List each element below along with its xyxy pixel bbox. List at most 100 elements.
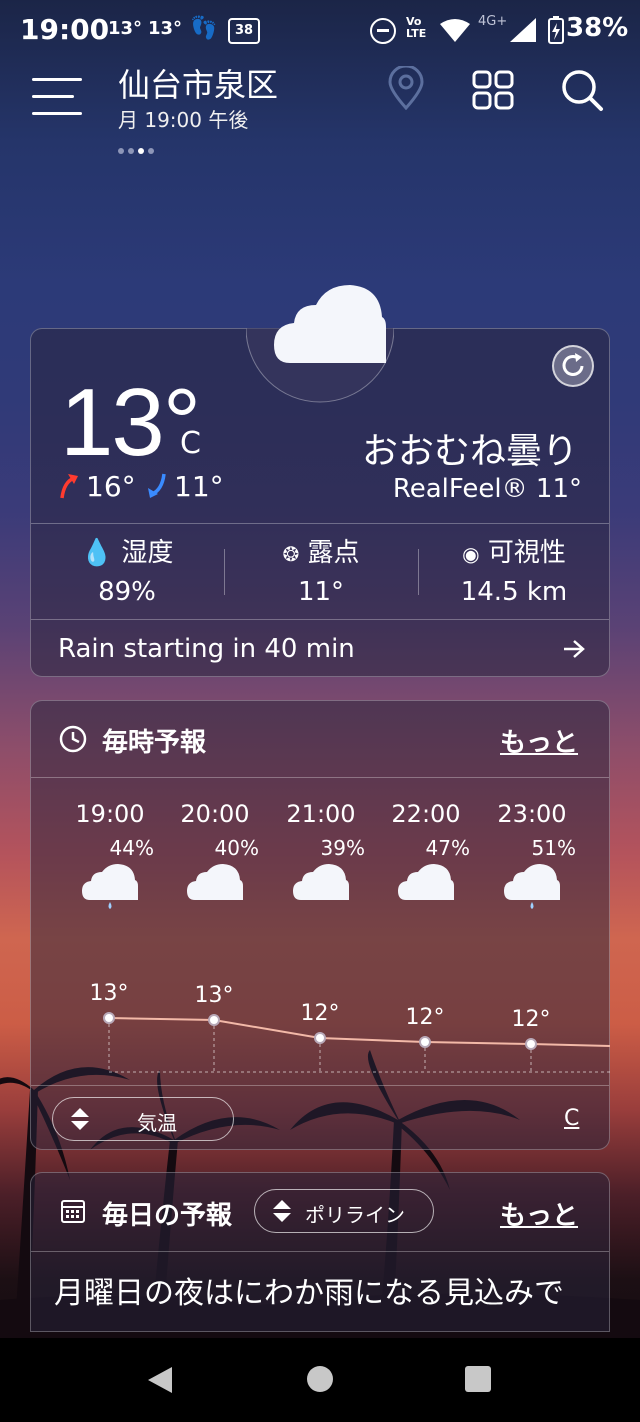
status-temp-b: 13° — [148, 18, 183, 39]
temperature-label: 12° — [512, 1007, 551, 1032]
hourly-more-link[interactable]: もっと — [500, 722, 578, 759]
unit-toggle[interactable]: C — [564, 1106, 579, 1131]
clock-icon — [59, 725, 87, 753]
arrow-right-icon[interactable] — [562, 638, 586, 660]
humidity-value: 89% — [98, 577, 156, 607]
cloud-icon — [293, 864, 349, 900]
page-indicator — [118, 139, 158, 158]
temperature-label: 12° — [406, 1005, 445, 1030]
divider — [31, 777, 609, 778]
humidity-block: 💧 湿度 89% — [30, 532, 224, 607]
divider — [31, 523, 609, 524]
calendar-badge-icon: 38 — [228, 18, 260, 44]
sort-icon — [273, 1200, 291, 1222]
metric-selector[interactable]: 気温 — [52, 1097, 234, 1141]
hour-time: 22:00 — [391, 800, 461, 828]
hourly-item[interactable]: 23:00 51% — [482, 800, 582, 910]
current-temperature: 13° — [60, 369, 201, 476]
hour-time: 20:00 — [180, 800, 250, 828]
page-dot — [128, 148, 134, 154]
dewpoint-block: ❂ 露点 11° — [224, 532, 418, 607]
hour-time: 19:00 — [75, 800, 145, 828]
page-dot — [118, 148, 124, 154]
temperature-label: 13° — [195, 983, 234, 1008]
precip-percent: 40% — [214, 836, 259, 860]
divider — [31, 1085, 609, 1086]
footsteps-icon: 👣 — [190, 16, 218, 41]
volte-icon: Vo LTE — [406, 15, 427, 40]
back-button[interactable] — [146, 1365, 174, 1395]
hourly-item[interactable]: 22:00 47% — [376, 800, 476, 910]
refresh-button[interactable] — [552, 345, 594, 387]
network-type: 4G+ — [478, 14, 508, 29]
rain-notice[interactable]: Rain starting in 40 min — [58, 634, 355, 664]
temperature-graph: 13° 13° 12° 12° 12° — [90, 981, 610, 1073]
status-time: 19:00 — [20, 13, 110, 46]
home-button[interactable] — [307, 1366, 333, 1392]
high-temperature: 16° — [86, 470, 136, 503]
daily-title: 毎日の予報 — [102, 1201, 233, 1231]
condition-text: おおむね曇り — [361, 431, 578, 472]
hourly-title: 毎時予報 — [102, 728, 207, 758]
status-bar: 19:00 13° 13° 👣 38 Vo LTE 4G+ 38% — [0, 0, 640, 60]
metric-selector-label: 気温 — [137, 1111, 177, 1135]
sort-icon — [71, 1108, 89, 1130]
low-arrow-icon — [148, 473, 166, 498]
hourly-item[interactable]: 20:00 40% — [165, 800, 265, 910]
wifi-icon — [440, 19, 470, 42]
hour-time: 21:00 — [286, 800, 356, 828]
dewpoint-icon: ❂ — [282, 542, 300, 566]
graph-style-selector[interactable]: ポリライン — [254, 1189, 434, 1233]
daily-summary: 月曜日の夜はにわか雨になる見込みで — [54, 1276, 564, 1311]
visibility-label: 可視性 — [487, 538, 566, 568]
status-temp-a: 13° — [108, 18, 143, 39]
signal-icon — [510, 18, 536, 42]
cloud-rain-icon — [82, 864, 138, 909]
search-icon[interactable] — [560, 68, 604, 112]
humidity-icon: 💧 — [80, 538, 114, 568]
navigation-bar — [0, 1338, 640, 1422]
temperature-label: 13° — [90, 981, 129, 1006]
precip-percent: 51% — [531, 836, 576, 860]
page-dot — [148, 148, 154, 154]
temperature-label: 12° — [301, 1001, 340, 1026]
cloud-icon — [398, 864, 454, 900]
recents-button[interactable] — [465, 1366, 491, 1392]
temperature-point — [525, 1038, 537, 1050]
hour-time: 23:00 — [497, 800, 567, 828]
cloud-icon — [187, 864, 243, 900]
location-name[interactable]: 仙台市泉区 — [118, 60, 278, 106]
visibility-block: ◉ 可視性 14.5 km — [418, 532, 610, 607]
high-arrow-icon — [60, 474, 78, 499]
divider — [31, 619, 609, 620]
dewpoint-value: 11° — [297, 577, 345, 607]
precip-percent: 47% — [425, 836, 470, 860]
hourly-forecast-card — [30, 700, 610, 1150]
precip-percent: 39% — [320, 836, 365, 860]
cloud-icon — [274, 285, 386, 363]
humidity-label: 湿度 — [121, 538, 174, 568]
temperature-point — [419, 1036, 431, 1048]
daily-more-link[interactable]: もっと — [500, 1195, 578, 1232]
graph-style-label: ポリライン — [305, 1203, 405, 1227]
hourly-item[interactable]: 19:00 44% — [60, 800, 160, 910]
visibility-value: 14.5 km — [460, 577, 568, 607]
page-dot-active — [138, 148, 144, 154]
eye-icon: ◉ — [462, 542, 480, 566]
hourly-item[interactable]: 21:00 39% — [271, 800, 371, 910]
refresh-icon — [562, 353, 584, 376]
grid-icon[interactable] — [472, 70, 514, 110]
location-pin-icon[interactable] — [388, 66, 424, 110]
menu-icon[interactable] — [32, 76, 84, 116]
cloud-rain-icon — [504, 864, 560, 909]
realfeel-text: RealFeel® 11° — [392, 474, 582, 504]
temperature-point — [103, 1012, 115, 1024]
temperature-unit: C — [180, 426, 201, 461]
low-temperature: 11° — [174, 470, 224, 503]
precip-percent: 44% — [109, 836, 154, 860]
battery-icon — [548, 16, 564, 44]
temperature-point — [208, 1014, 220, 1026]
temperature-point — [314, 1032, 326, 1044]
dnd-icon — [370, 18, 396, 44]
calendar-icon — [61, 1200, 85, 1223]
